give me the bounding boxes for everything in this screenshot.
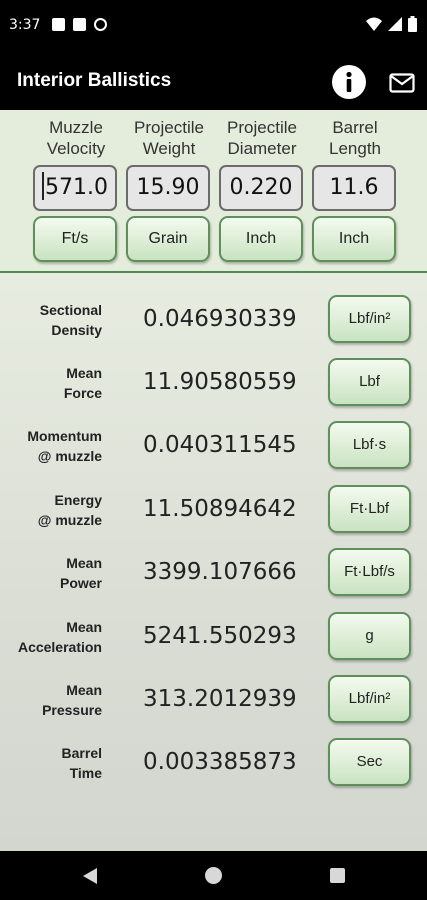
info-button[interactable] [332,65,366,99]
app-title: Interior Ballistics [17,70,172,91]
row-label-line-1: Barrel [61,745,102,761]
mean-pressure-row: Mean Pressure 313.2012939 Lbf/in² [0,672,427,732]
text-cursor [42,172,44,200]
energy-label: Energy @ muzzle [38,490,102,530]
input-panel: Muzzle Velocity 571.0 Ft/s Projectile We… [0,110,427,273]
barrel-time-value: 0.003385873 [143,749,297,775]
mean-power-row: Mean Power 3399.107666 Ft·Lbf/s [0,545,427,605]
row-label-line-2: Power [59,575,102,591]
mean-acceleration-label: Mean Acceleration [18,617,102,657]
system-icons [366,16,417,32]
battery-icon [408,16,417,32]
muzzle-velocity-input[interactable]: 571.0 [33,165,117,211]
barrel-length-label: Barrel Length [304,117,406,161]
recent-apps-icon[interactable] [330,868,345,883]
mean-acceleration-row: Mean Acceleration 5241.550293 g [0,609,427,669]
row-label-line-2: Acceleration [17,639,102,655]
mean-force-label: Mean Force [64,363,102,403]
sd-card-icon [73,18,86,31]
barrel-time-label: Barrel Time [62,743,102,783]
projectile-diameter-label-text: Projectile Diameter [227,118,297,158]
momentum-unit-button[interactable]: Lbf·s [328,421,411,469]
mean-acceleration-value: 5241.550293 [143,623,297,649]
mean-pressure-unit-button[interactable]: Lbf/in² [328,675,411,723]
sectional-density-row: Sectional Density 0.046930339 Lbf/in² [0,292,427,352]
momentum-value: 0.040311545 [143,432,297,458]
mail-icon[interactable] [389,73,415,93]
momentum-label: Momentum @ muzzle [27,426,102,466]
barrel-time-unit-button[interactable]: Sec [328,738,411,786]
mean-pressure-label: Mean Pressure [42,680,102,720]
data-saver-icon [94,18,107,31]
row-label-line-2: @ muzzle [37,448,102,464]
energy-unit-button[interactable]: Ft·Lbf [328,485,411,533]
main-content: Muzzle Velocity 571.0 Ft/s Projectile We… [0,110,427,851]
row-label-line-1: Mean [66,555,102,571]
app-bar: Interior Ballistics [0,52,427,110]
muzzle-velocity-label: Muzzle Velocity [25,117,127,161]
row-label-line-2: Time [69,765,102,781]
sectional-density-label: Sectional Density [40,300,102,340]
info-icon [346,71,352,92]
navigation-bar [0,851,427,900]
barrel-length-input[interactable]: 11.6 [312,165,396,211]
muzzle-velocity-value: 571.0 [45,175,108,200]
barrel-time-row: Barrel Time 0.003385873 Sec [0,735,427,795]
row-label-line-2: @ muzzle [37,512,102,528]
wifi-icon [366,17,382,31]
row-label-line-1: Momentum [27,428,102,444]
mean-force-unit-button[interactable]: Lbf [328,358,411,406]
barrel-length-label-text: Barrel Length [329,118,381,158]
row-label-line-2: Density [51,322,102,338]
projectile-weight-unit-button[interactable]: Grain [126,216,210,262]
barrel-length-unit-button[interactable]: Inch [312,216,396,262]
row-label-line-1: Mean [66,619,102,635]
signal-icon [388,17,402,31]
muzzle-velocity-label-text: Muzzle Velocity [46,118,106,158]
projectile-diameter-unit-button[interactable]: Inch [219,216,303,262]
sectional-density-value: 0.046930339 [143,306,297,332]
projectile-diameter-label: Projectile Diameter [211,117,313,161]
row-label-line-2: Pressure [42,702,102,718]
mean-pressure-value: 313.2012939 [143,686,297,712]
mean-acceleration-unit-button[interactable]: g [328,612,411,660]
momentum-row: Momentum @ muzzle 0.040311545 Lbf·s [0,418,427,478]
row-label-line-1: Sectional [39,302,102,318]
projectile-weight-input[interactable]: 15.90 [126,165,210,211]
back-icon[interactable] [82,867,98,885]
home-icon[interactable] [205,867,222,884]
mean-force-row: Mean Force 11.90580559 Lbf [0,355,427,415]
notification-a-icon [52,18,65,31]
row-label-line-2: Force [63,385,102,401]
mean-power-unit-button[interactable]: Ft·Lbf/s [328,548,411,596]
projectile-diameter-input[interactable]: 0.220 [219,165,303,211]
row-label-line-1: Energy [54,492,102,508]
projectile-weight-label-text: Projectile Weight [134,118,204,158]
status-time: 3:37 [9,17,41,33]
energy-value: 11.50894642 [143,496,297,522]
status-bar: 3:37 [0,0,427,52]
mean-power-label: Mean Power [60,553,102,593]
mean-force-value: 11.90580559 [143,369,297,395]
row-label-line-1: Mean [66,365,102,381]
sectional-density-unit-button[interactable]: Lbf/in² [328,295,411,343]
projectile-weight-label: Projectile Weight [118,117,220,161]
row-label-line-1: Mean [66,682,102,698]
muzzle-velocity-unit-button[interactable]: Ft/s [33,216,117,262]
notification-icons [52,18,107,31]
energy-row: Energy @ muzzle 11.50894642 Ft·Lbf [0,482,427,542]
mean-power-value: 3399.107666 [143,559,297,585]
